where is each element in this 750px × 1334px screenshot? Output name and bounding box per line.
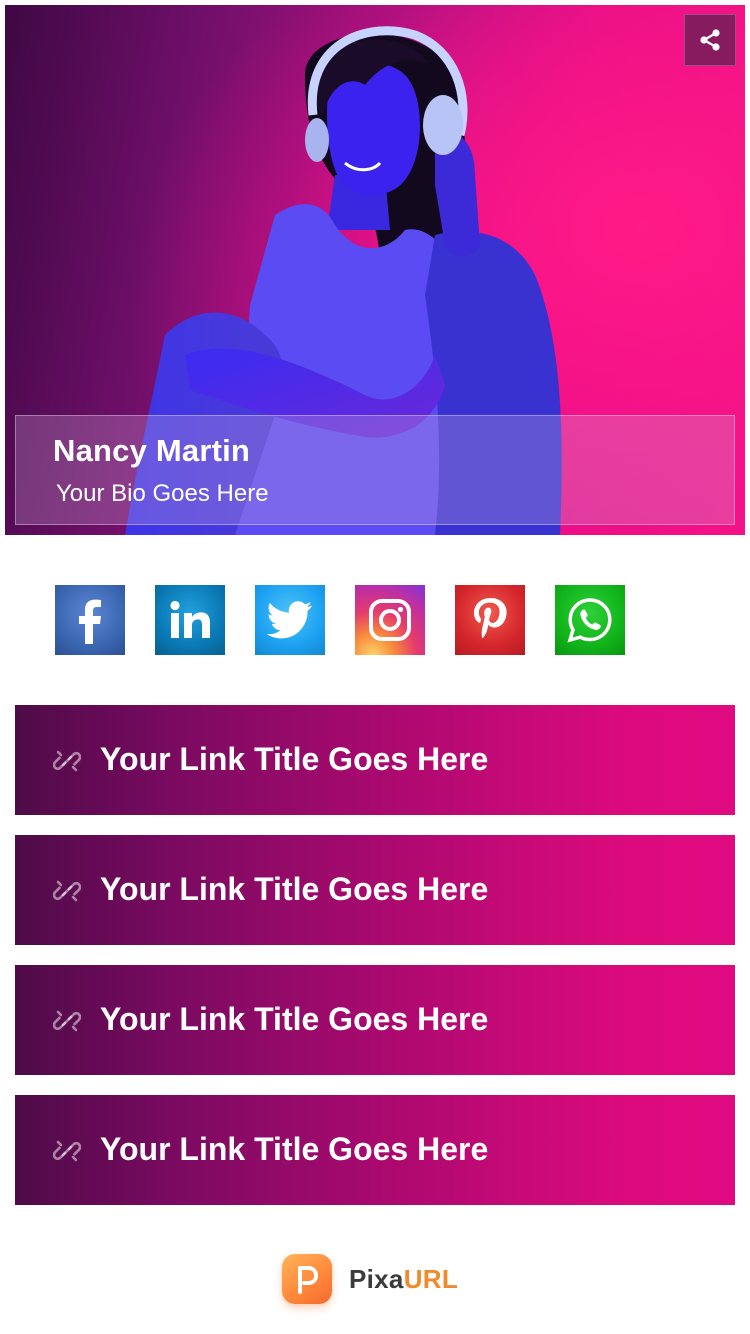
profile-hero: Nancy Martin Your Bio Goes Here [5, 5, 745, 535]
share-button[interactable] [684, 14, 736, 66]
link-icon [53, 750, 81, 772]
pinterest-link[interactable] [455, 585, 525, 655]
linkedin-icon [170, 600, 210, 638]
link-title: Your Link Title Goes Here [100, 871, 489, 907]
brand-logo-icon [282, 1254, 332, 1304]
twitter-link[interactable] [255, 585, 325, 655]
facebook-link[interactable] [55, 585, 125, 655]
profile-bio: Your Bio Goes Here [56, 480, 269, 507]
link-button-1[interactable]: Your Link Title Goes Here [15, 705, 735, 815]
share-icon [700, 29, 720, 51]
brand-footer-link[interactable]: PixaURL [282, 1254, 458, 1304]
brand-name: PixaURL [349, 1264, 458, 1295]
link-title: Your Link Title Goes Here [100, 1001, 489, 1037]
link-icon [53, 1140, 81, 1162]
link-title: Your Link Title Goes Here [100, 741, 489, 777]
link-button-3[interactable]: Your Link Title Goes Here [15, 965, 735, 1075]
link-icon [53, 880, 81, 902]
whatsapp-link[interactable] [555, 585, 625, 655]
twitter-icon [267, 601, 312, 639]
brand-name-part2: URL [403, 1263, 459, 1294]
facebook-icon [79, 599, 101, 644]
pinterest-icon [474, 598, 507, 639]
profile-info-bar: Nancy Martin Your Bio Goes Here [15, 415, 735, 525]
link-button-4[interactable]: Your Link Title Goes Here [15, 1095, 735, 1205]
link-button-2[interactable]: Your Link Title Goes Here [15, 835, 735, 945]
instagram-icon [369, 599, 411, 641]
brand-name-part1: Pixa [349, 1263, 404, 1294]
link-title: Your Link Title Goes Here [100, 1131, 489, 1167]
linkedin-link[interactable] [155, 585, 225, 655]
instagram-link[interactable] [355, 585, 425, 655]
link-icon [53, 1010, 81, 1032]
profile-name: Nancy Martin [53, 433, 251, 468]
whatsapp-icon [567, 598, 612, 643]
